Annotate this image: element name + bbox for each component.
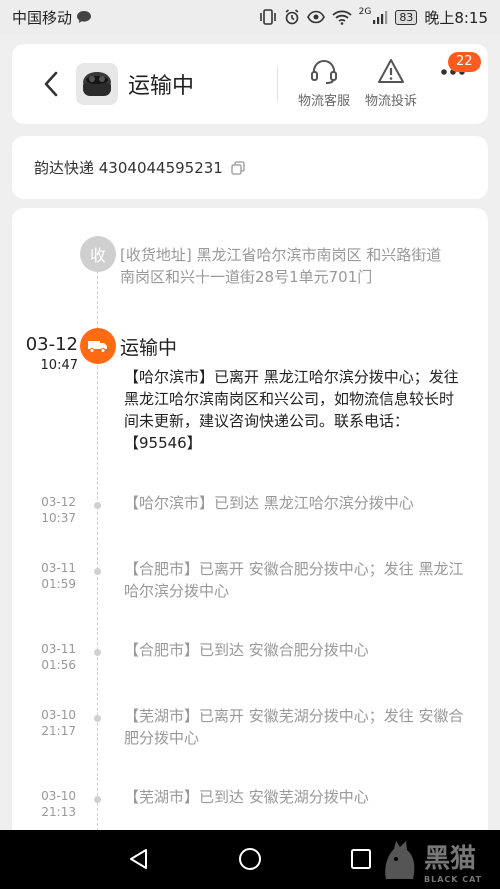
battery-indicator: 83: [395, 9, 418, 25]
watermark: 黑猫 BLACK CAT: [380, 832, 500, 889]
event-dot: [94, 502, 101, 509]
current-date: 03-12: [25, 334, 78, 355]
event-dot: [94, 649, 101, 656]
signal-icon: [373, 11, 388, 24]
current-status: 运输中: [120, 337, 178, 359]
event-text: 【合肥市】已离开 安徽合肥分拨中心；发往 黑龙江哈尔滨分拨中心: [124, 560, 464, 600]
eye-comfort-icon: [306, 10, 325, 24]
event-dot: [94, 796, 101, 803]
status-icons: 2G 83 晚上8:15: [259, 7, 488, 28]
event-dot: [94, 715, 101, 722]
event-text: 【芜湖市】已离开 安徽芜湖分拨中心；发往 安徽合肥分拨中心: [124, 707, 464, 747]
network-type: 2G: [358, 7, 372, 17]
timeline-card: 收 [收货地址] 黑龙江省哈尔滨市南岗区 和兴路街道 南岗区和兴十一道街28号1…: [12, 208, 488, 848]
alarm-icon: [285, 9, 299, 25]
nav-back-button[interactable]: [124, 844, 154, 874]
carrier-name: 中国移动: [12, 8, 73, 27]
event-datetime: 03-10 21:17: [41, 708, 76, 738]
complaint-label: 物流投诉: [365, 94, 418, 109]
current-time: 10:47: [40, 358, 78, 373]
copy-icon: [231, 160, 245, 175]
circle-home-icon: [239, 848, 261, 870]
status-bar: 中国移动 2G 83 晚上8:15: [0, 0, 500, 34]
watermark-main: 黑猫: [424, 843, 477, 874]
tracking-card: 韵达快递 4304044595231: [12, 136, 488, 199]
event-datetime: 03-11 01:56: [41, 642, 76, 672]
message-icon: [77, 11, 92, 23]
copy-button[interactable]: [231, 160, 245, 175]
complaint-button[interactable]: 物流投诉: [365, 56, 417, 109]
receiver-badge: 收: [80, 236, 116, 272]
event-text: 【合肥市】已到达 安徽合肥分拨中心: [124, 641, 369, 659]
triangle-back-icon: [130, 849, 147, 869]
event-datetime: 03-12 10:37: [41, 495, 76, 525]
truck-icon: [80, 328, 116, 364]
carrier-group: 中国移动: [12, 7, 92, 28]
tracking-number: 韵达快递 4304044595231: [34, 159, 223, 177]
watermark-sub: BLACK CAT: [424, 874, 483, 884]
clock: 晚上8:15: [424, 8, 488, 27]
receiver-address: [收货地址] 黑龙江省哈尔滨市南岗区 和兴路街道 南岗区和兴十一道街28号1单元…: [120, 246, 457, 286]
square-recents-icon: [351, 849, 371, 869]
event-text: 【芜湖市】已到达 安徽芜湖分拨中心: [124, 788, 369, 806]
back-arrow-icon: [44, 71, 58, 97]
event-dot: [94, 568, 101, 575]
headset-icon: [311, 60, 337, 84]
current-description: 【哈尔滨市】已离开 黑龙江哈尔滨分拨中心；发往 黑龙江哈尔滨南岗区和兴公司，如物…: [124, 368, 459, 452]
nav-home-button[interactable]: [235, 844, 265, 874]
back-button[interactable]: [28, 54, 74, 114]
notification-badge: 22: [448, 52, 481, 72]
customer-service-label: 物流客服: [298, 94, 351, 109]
event-datetime: 03-10 21:13: [41, 789, 76, 819]
header-bar: 运输中 物流客服 物流投诉: [12, 44, 488, 124]
nav-recents-button[interactable]: [346, 844, 376, 874]
customer-service-button[interactable]: 物流客服: [298, 56, 350, 109]
vibrate-icon: [259, 9, 276, 25]
earbuds-case-image: [83, 72, 111, 96]
header-divider: [277, 66, 278, 102]
cat-logo-icon: [385, 840, 415, 879]
page-title: 运输中: [128, 74, 195, 99]
wifi-icon: [331, 10, 352, 25]
event-text: 【哈尔滨市】已到达 黑龙江哈尔滨分拨中心: [124, 494, 414, 512]
event-datetime: 03-11 01:59: [41, 561, 76, 591]
product-thumbnail[interactable]: [76, 63, 118, 105]
warning-icon: [378, 59, 404, 83]
